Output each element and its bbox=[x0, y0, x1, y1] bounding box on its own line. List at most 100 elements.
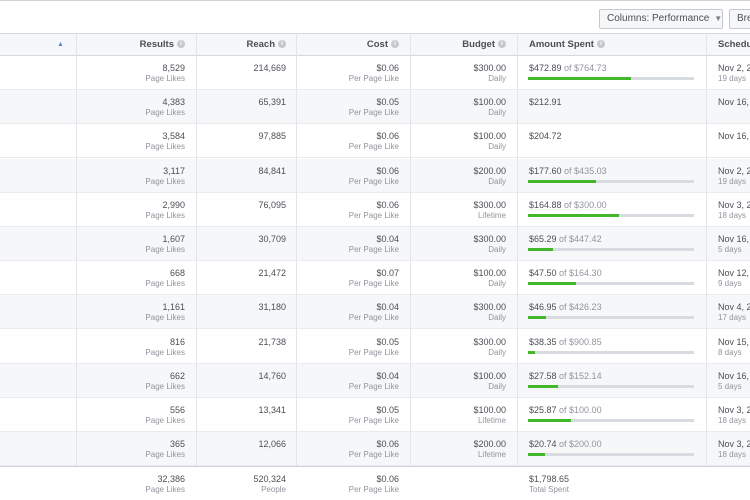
schedule-duration: 19 days bbox=[718, 176, 747, 186]
total-amount-spent: $1,798.65 bbox=[529, 474, 570, 484]
schedule-duration: 18 days bbox=[718, 210, 747, 220]
spend-progress-bar bbox=[528, 350, 694, 354]
budget-type: Daily bbox=[488, 313, 506, 323]
amount-spent: $38.35 of $900.85 bbox=[529, 337, 602, 347]
results-unit: Page Likes bbox=[145, 74, 185, 83]
cost-unit: Per Page Like bbox=[348, 381, 399, 391]
breakdown-dropdown-button[interactable]: Bre bbox=[729, 9, 750, 29]
total-reach-unit: People bbox=[261, 485, 286, 494]
cost-unit: Per Page Like bbox=[348, 450, 399, 460]
table-row[interactable]: 1,607 Page Likes 30,709 $0.04 Per Page Like $… bbox=[0, 227, 750, 261]
column-header-schedule[interactable]: Schedul bbox=[718, 34, 750, 56]
budget-value: $300.00 bbox=[473, 234, 506, 244]
cost-unit: Per Page Like bbox=[348, 279, 399, 289]
cost-unit: Per Page Like bbox=[348, 210, 399, 220]
table-row[interactable]: 8,529 Page Likes 214,669 $0.06 Per Page Like… bbox=[0, 56, 750, 90]
chevron-down-icon: ▼ bbox=[714, 14, 723, 23]
cost-value: $0.04 bbox=[376, 302, 399, 313]
spend-progress-bar bbox=[528, 248, 694, 251]
info-icon: i bbox=[596, 40, 605, 49]
amount-spent-limit: of $900.85 bbox=[556, 336, 602, 347]
cost-unit: Per Page Like bbox=[348, 313, 399, 323]
column-header-budget[interactable]: Budget i bbox=[420, 34, 506, 56]
results-unit: Page Likes bbox=[145, 176, 185, 186]
table-header: ▲ Results i Reach i Cost i Budget i Amount S… bbox=[0, 34, 750, 56]
budget-type: Daily bbox=[488, 347, 506, 357]
columns-dropdown-button[interactable]: Columns: Performance ▼ bbox=[599, 9, 723, 29]
column-divider bbox=[296, 34, 297, 500]
table-row[interactable]: 816 Page Likes 21,738 $0.05 Per Page Like $30… bbox=[0, 330, 750, 364]
table-row[interactable]: 3,117 Page Likes 84,841 $0.06 Per Page Like $… bbox=[0, 158, 750, 193]
table-row[interactable]: 556 Page Likes 13,341 $0.05 Per Page Like $10… bbox=[0, 398, 750, 432]
column-divider bbox=[706, 34, 707, 500]
total-cost-unit: Per Page Like bbox=[348, 485, 399, 494]
reach-value: 12,066 bbox=[258, 439, 286, 450]
budget-value: $200.00 bbox=[473, 439, 506, 450]
cost-value: $0.04 bbox=[376, 234, 399, 244]
cost-value: $0.06 bbox=[376, 439, 399, 450]
results-unit: Page Likes bbox=[145, 347, 185, 357]
results-unit: Page Likes bbox=[145, 313, 185, 323]
results-unit: Page Likes bbox=[145, 279, 185, 289]
cost-value: $0.07 bbox=[376, 268, 399, 279]
cost-unit: Per Page Like bbox=[348, 347, 399, 357]
table-row[interactable]: 662 Page Likes 14,760 $0.04 Per Page Like $10… bbox=[0, 363, 750, 398]
amount-spent-value: $164.88 bbox=[529, 199, 562, 210]
reach-value: 14,760 bbox=[258, 370, 286, 381]
table-row[interactable]: 4,383 Page Likes 65,391 $0.05 Per Page Like $… bbox=[0, 90, 750, 125]
cost-value: $0.06 bbox=[376, 131, 399, 142]
amount-spent: $25.87 of $100.00 bbox=[529, 405, 602, 415]
cost-value: $0.05 bbox=[376, 336, 399, 347]
schedule-duration: 18 days bbox=[718, 416, 747, 425]
columns-dropdown-label: Columns: Performance bbox=[607, 13, 710, 24]
amount-spent-value: $212.91 bbox=[529, 97, 562, 108]
amount-spent: $46.95 of $426.23 bbox=[529, 302, 602, 312]
column-header-results-label: Results bbox=[139, 39, 174, 50]
budget-value: $300.00 bbox=[473, 199, 506, 210]
column-header-cost[interactable]: Cost i bbox=[300, 34, 399, 56]
cost-unit: Per Page Like bbox=[348, 142, 399, 152]
column-header-cost-label: Cost bbox=[366, 39, 388, 50]
sort-ascending-icon[interactable]: ▲ bbox=[57, 34, 64, 56]
amount-spent: $204.72 bbox=[529, 131, 562, 141]
column-divider bbox=[196, 34, 197, 500]
schedule-duration: 5 days bbox=[718, 381, 742, 391]
reach-value: 30,709 bbox=[258, 234, 286, 244]
amount-spent-value: $38.35 bbox=[529, 336, 557, 347]
column-header-amount-spent[interactable]: Amount Spent i bbox=[529, 34, 605, 56]
schedule-duration: 19 days bbox=[718, 74, 747, 83]
cost-unit: Per Page Like bbox=[348, 245, 399, 254]
budget-value: $300.00 bbox=[473, 63, 506, 73]
column-header-reach[interactable]: Reach i bbox=[200, 34, 286, 56]
table-row[interactable]: 2,990 Page Likes 76,095 $0.06 Per Page Like $… bbox=[0, 193, 750, 227]
amount-spent-value: $27.58 bbox=[529, 370, 557, 381]
table-row[interactable]: 3,584 Page Likes 97,885 $0.06 Per Page Like $… bbox=[0, 124, 750, 159]
cost-value: $0.05 bbox=[376, 97, 399, 108]
results-unit: Page Likes bbox=[145, 210, 185, 220]
amount-spent: $27.58 of $152.14 bbox=[529, 371, 602, 381]
table-row[interactable]: 668 Page Likes 21,472 $0.07 Per Page Like $10… bbox=[0, 261, 750, 296]
results-value: 2,990 bbox=[162, 199, 185, 210]
table-row[interactable]: 365 Page Likes 12,066 $0.06 Per Page Like $20… bbox=[0, 432, 750, 467]
spend-progress-fill bbox=[528, 77, 631, 80]
table-row[interactable]: 1,161 Page Likes 31,180 $0.04 Per Page Like $… bbox=[0, 295, 750, 330]
amount-spent-limit: of $152.14 bbox=[556, 370, 602, 381]
schedule-start: Nov 3, 2 bbox=[718, 405, 750, 415]
toolbar: Columns: Performance ▼ Bre bbox=[0, 0, 750, 34]
budget-value: $300.00 bbox=[473, 336, 506, 347]
spend-progress-fill bbox=[528, 350, 535, 354]
budget-type: Daily bbox=[488, 279, 506, 289]
results-value: 556 bbox=[169, 405, 185, 415]
amount-spent: $212.91 bbox=[529, 97, 562, 107]
amount-spent-limit: of $426.23 bbox=[556, 302, 602, 313]
column-header-results[interactable]: Results i bbox=[100, 34, 185, 56]
spend-progress-fill bbox=[528, 282, 577, 286]
schedule-start: Nov 16, bbox=[718, 97, 750, 108]
budget-type: Daily bbox=[488, 142, 506, 152]
budget-value: $100.00 bbox=[473, 370, 506, 381]
amount-spent-limit: of $164.30 bbox=[556, 268, 602, 279]
reach-value: 13,341 bbox=[258, 405, 286, 415]
schedule-start: Nov 16, bbox=[718, 131, 750, 142]
spend-progress-bar bbox=[528, 282, 694, 286]
budget-value: $300.00 bbox=[473, 302, 506, 313]
